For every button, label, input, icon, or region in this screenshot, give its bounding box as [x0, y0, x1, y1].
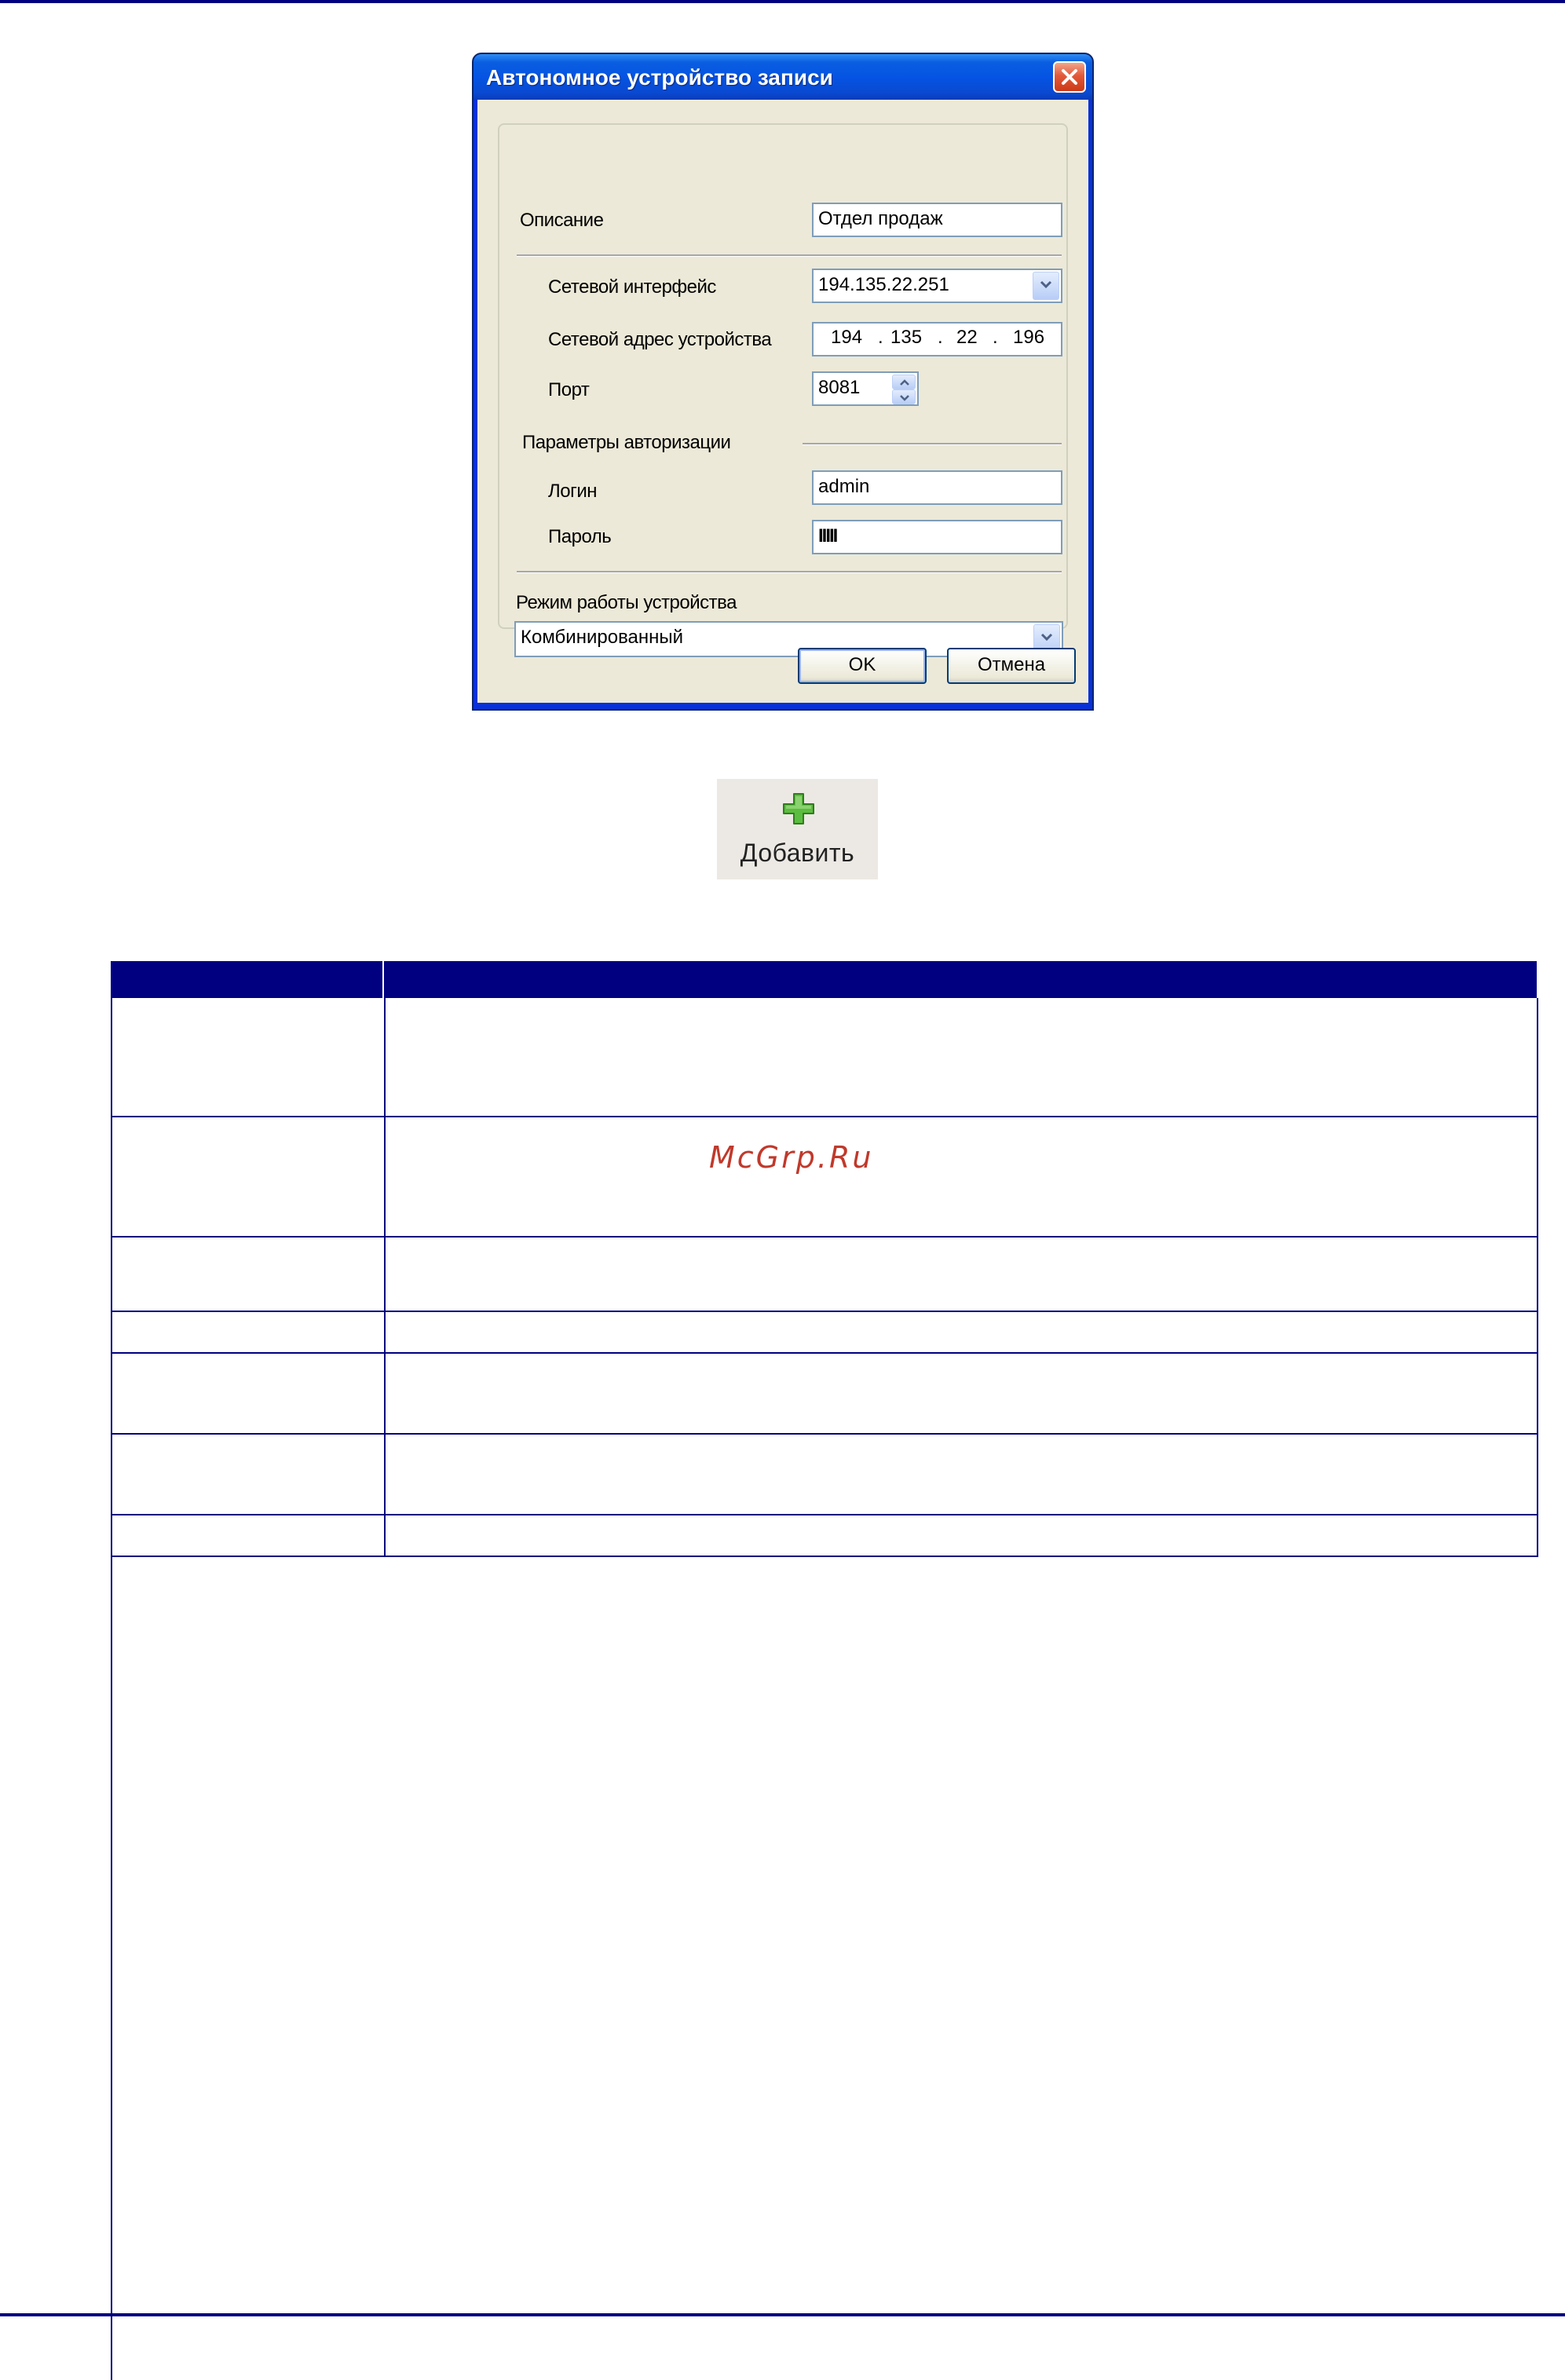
- port-spin-down[interactable]: [892, 389, 916, 404]
- dialog-titlebar[interactable]: Автономное устройство записи: [474, 54, 1092, 100]
- table-cell: [112, 1117, 386, 1236]
- plus-icon: [783, 793, 814, 824]
- device-address-input[interactable]: 194 . 135 . 22 . 196: [812, 322, 1062, 356]
- table-header: [111, 961, 1537, 998]
- network-interface-label: Сетевой интерфейс: [548, 276, 716, 298]
- table-row: [112, 1435, 1538, 1515]
- add-button[interactable]: Добавить: [717, 779, 878, 879]
- chevron-down-icon: [900, 395, 909, 401]
- add-button-label: Добавить: [740, 839, 855, 867]
- mode-label: Режим работы устройства: [516, 592, 737, 613]
- ip-dot: .: [878, 327, 883, 348]
- table-cell: [386, 1435, 1537, 1514]
- dialog-client-area: Описание Отдел продаж Сетевой интерфейс …: [477, 100, 1088, 703]
- device-address-label: Сетевой адрес устройства: [548, 329, 772, 350]
- table-row: [112, 998, 1538, 1117]
- ip-dot: .: [993, 327, 998, 348]
- device-dialog: Автономное устройство записи Описание От…: [472, 53, 1094, 711]
- port-spinner[interactable]: 8081: [812, 371, 919, 406]
- watermark: McGrp.Ru: [709, 1140, 874, 1175]
- ip-octet-2: 135: [890, 327, 923, 348]
- table-body: [111, 998, 1538, 2380]
- table-cell: [386, 1238, 1537, 1311]
- table-row: [112, 1312, 1538, 1354]
- password-label: Пароль: [548, 526, 612, 547]
- table-row: [112, 1238, 1538, 1312]
- table-cell: [386, 998, 1537, 1116]
- table-cell: [386, 1354, 1537, 1433]
- table-cell: [386, 1312, 1537, 1352]
- ip-dot: .: [938, 327, 943, 348]
- page-top-rule: [0, 0, 1565, 3]
- mode-value: Комбинированный: [521, 627, 684, 648]
- password-input[interactable]: IIIII: [812, 520, 1062, 554]
- table-cell: [386, 1515, 1537, 1556]
- table-cell: [112, 1515, 386, 1556]
- cancel-button[interactable]: Отмена: [947, 648, 1076, 684]
- description-label: Описание: [520, 210, 604, 231]
- network-interface-value: 194.135.22.251: [818, 274, 949, 295]
- port-value: 8081: [818, 377, 861, 398]
- close-icon: [1062, 69, 1077, 85]
- separator: [517, 254, 1062, 257]
- login-input[interactable]: admin: [812, 470, 1062, 505]
- chevron-down-icon: [1040, 633, 1053, 642]
- dialog-title: Автономное устройство записи: [486, 65, 833, 90]
- login-label: Логин: [548, 481, 598, 502]
- ip-octet-3: 22: [956, 327, 978, 348]
- chevron-down-icon: [1040, 280, 1052, 289]
- auth-group-label: Параметры авторизации: [522, 432, 731, 453]
- network-interface-dropdown-button[interactable]: [1033, 272, 1059, 300]
- table-cell: [112, 1312, 386, 1352]
- port-spin-buttons[interactable]: [892, 375, 916, 404]
- close-button[interactable]: [1053, 61, 1086, 93]
- ok-button[interactable]: OK: [798, 648, 927, 684]
- table-cell: [112, 1354, 386, 1433]
- table-cell: [112, 1435, 386, 1514]
- page-bottom-rule: [0, 2313, 1565, 2316]
- table-cell: [112, 998, 386, 1116]
- port-spin-up[interactable]: [892, 375, 916, 389]
- ip-octet-1: 194: [831, 327, 863, 348]
- table-row: [112, 1354, 1538, 1435]
- separator: [517, 571, 1062, 573]
- description-input[interactable]: Отдел продаж: [812, 203, 1062, 237]
- table-cell: [112, 1238, 386, 1311]
- table-header-divider: [382, 961, 384, 998]
- auth-separator: [803, 443, 1062, 445]
- port-label: Порт: [548, 379, 590, 400]
- table-cell: [386, 1117, 1537, 1236]
- table-row: [112, 1117, 1538, 1238]
- network-interface-select[interactable]: 194.135.22.251: [812, 269, 1062, 303]
- chevron-up-icon: [900, 379, 909, 386]
- ip-octet-4: 196: [1013, 327, 1045, 348]
- table-row: [112, 1515, 1538, 1557]
